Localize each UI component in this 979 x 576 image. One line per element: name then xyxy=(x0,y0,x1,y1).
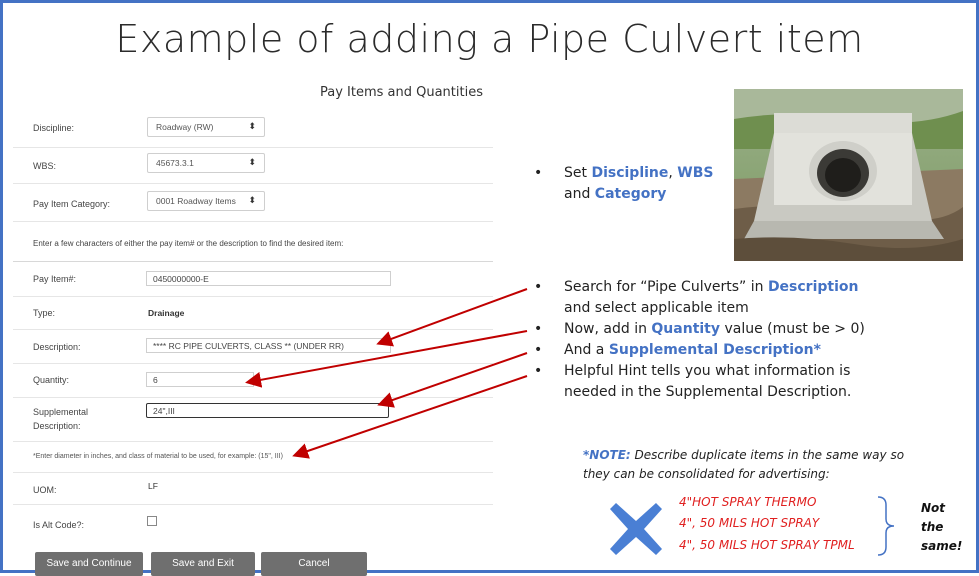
example-1: 4"HOT SPRAY THERMO xyxy=(679,495,817,509)
example-3: 4", 50 MILS HOT SPRAY TPML xyxy=(679,538,855,552)
example-2: 4", 50 MILS HOT SPRAY xyxy=(679,516,820,530)
slide: Example of adding a Pipe Culvert item Pa… xyxy=(0,0,979,576)
not-same-1: Not xyxy=(921,501,946,515)
arrow-to-quantity xyxy=(245,330,528,388)
not-same-2: the xyxy=(921,520,944,534)
x-mark-icon xyxy=(610,503,662,555)
arrows-overlay xyxy=(245,288,528,459)
duplicate-items-note: *NOTE: Describe duplicate items in the s… xyxy=(583,448,905,481)
arrow-to-supplemental xyxy=(377,352,528,408)
arrow-to-hint xyxy=(292,375,528,459)
brace-icon xyxy=(877,496,895,556)
not-same-3: same! xyxy=(921,539,963,553)
